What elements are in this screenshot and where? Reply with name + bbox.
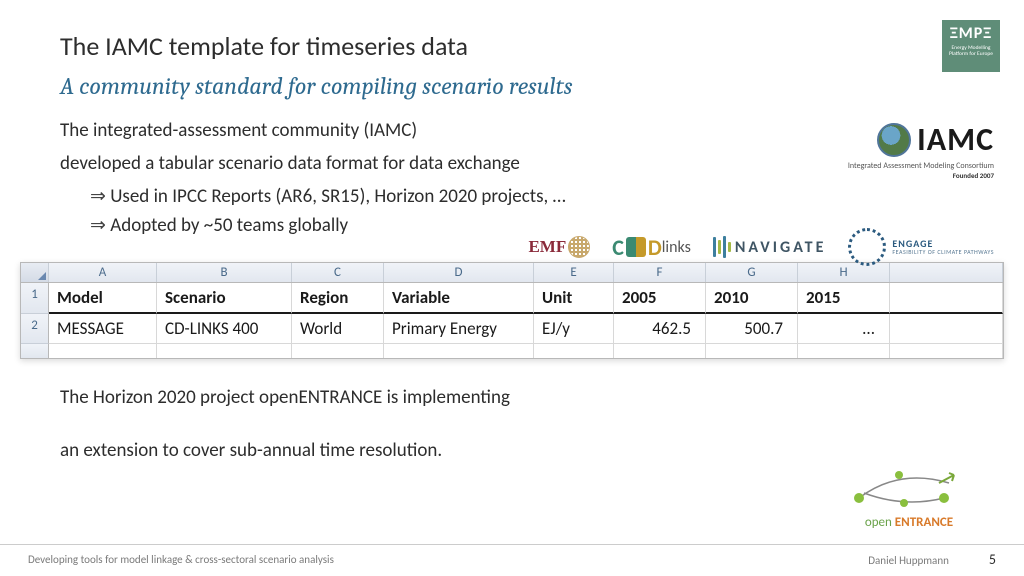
body-line-2: developed a tabular scenario data format…	[60, 151, 964, 178]
col-header[interactable]: B	[157, 263, 292, 282]
cell[interactable]: Region	[292, 283, 384, 314]
slide-subtitle: A community standard for compiling scena…	[60, 72, 964, 100]
iamc-logo-text: IAMC	[917, 120, 994, 159]
emf-logo: EMF	[528, 236, 590, 258]
iamc-logo: IAMC Integrated Assessment Modeling Cons…	[848, 120, 994, 180]
emf-logo-text: EMF	[528, 237, 566, 257]
entrance-text: ENTRANCE	[895, 515, 953, 530]
slide-footer: Developing tools for model linkage & cro…	[0, 544, 1024, 576]
spreadsheet-select-all[interactable]	[21, 263, 49, 282]
cell[interactable]: 500.7	[706, 314, 798, 344]
row-header[interactable]: 2	[21, 314, 49, 344]
col-header[interactable]: H	[798, 263, 890, 282]
cdlinks-d: D	[648, 234, 662, 261]
page-number: 5	[989, 551, 996, 568]
open-text: open	[865, 515, 892, 530]
col-header[interactable]: C	[292, 263, 384, 282]
table-row-empty	[21, 344, 1003, 358]
iamc-logo-founded: Founded 2007	[848, 171, 994, 180]
spreadsheet-col-headers: A B C D E F G H	[21, 263, 1003, 283]
cell[interactable]: EJ/y	[534, 314, 614, 344]
globe-grid-icon	[568, 236, 590, 258]
cell[interactable]: World	[292, 314, 384, 344]
post-text-1: The Horizon 2020 project openENTRANCE is…	[60, 385, 964, 412]
cell[interactable]: 462.5	[614, 314, 706, 344]
footer-author: Daniel Huppmann	[868, 554, 949, 567]
footer-left: Developing tools for model linkage & cro…	[28, 553, 334, 566]
cell[interactable]: Unit	[534, 283, 614, 314]
table-row: 2 MESSAGE CD-LINKS 400 World Primary Ene…	[21, 314, 1003, 344]
cell[interactable]: ...	[798, 314, 890, 344]
globe-icon	[877, 123, 911, 157]
cell[interactable]: MESSAGE	[49, 314, 157, 344]
ring-icon	[848, 228, 886, 266]
partner-logo-row: EMF C D links NAVIGATE ENGAGE FEASIBILIT…	[528, 228, 994, 266]
openentrance-logo: open ENTRANCE	[834, 463, 984, 530]
col-header[interactable]: D	[384, 263, 534, 282]
cdlinks-c: C	[612, 234, 624, 261]
cdlinks-rest: links	[662, 238, 691, 257]
cell[interactable]: Variable	[384, 283, 534, 314]
puzzle-icon	[626, 237, 646, 257]
empe-logo: ΞMPΞ Energy Modelling Platform for Europ…	[942, 20, 1000, 72]
network-icon	[849, 463, 969, 513]
cell[interactable]: Model	[49, 283, 157, 314]
cell[interactable]: 2005	[614, 283, 706, 314]
bullet-item: Used in IPCC Reports (AR6, SR15), Horizo…	[90, 183, 964, 212]
table-row: 1 Model Scenario Region Variable Unit 20…	[21, 283, 1003, 314]
cdlinks-logo: C D links	[612, 234, 691, 261]
row-header[interactable]: 1	[21, 283, 49, 314]
col-header[interactable]: A	[49, 263, 157, 282]
engage-logo: ENGAGE FEASIBILITY OF CLIMATE PATHWAYS	[848, 228, 994, 266]
spreadsheet-table: A B C D E F G H 1 Model Scenario Region …	[20, 262, 1004, 359]
empe-logo-subtitle: Energy Modelling Platform for Europe	[944, 45, 998, 57]
cell[interactable]: Scenario	[157, 283, 292, 314]
iamc-logo-sub: Integrated Assessment Modeling Consortiu…	[848, 161, 994, 171]
col-header[interactable]: F	[614, 263, 706, 282]
navigate-logo: NAVIGATE	[713, 236, 827, 258]
engage-logo-sub: FEASIBILITY OF CLIMATE PATHWAYS	[892, 249, 994, 256]
cell[interactable]: Primary Energy	[384, 314, 534, 344]
body-line-1: The integrated-assessment community (IAM…	[60, 118, 964, 145]
cell[interactable]: 2010	[706, 283, 798, 314]
col-header[interactable]: E	[534, 263, 614, 282]
cell[interactable]: CD-LINKS 400	[157, 314, 292, 344]
navigate-logo-text: NAVIGATE	[735, 238, 827, 257]
cell[interactable]: 2015	[798, 283, 890, 314]
empe-logo-title: ΞMPΞ	[944, 24, 998, 43]
slide-title: The IAMC template for timeseries data	[60, 30, 964, 62]
bars-icon	[713, 236, 731, 258]
post-text-2: an extension to cover sub-annual time re…	[60, 438, 964, 465]
col-header[interactable]: G	[706, 263, 798, 282]
